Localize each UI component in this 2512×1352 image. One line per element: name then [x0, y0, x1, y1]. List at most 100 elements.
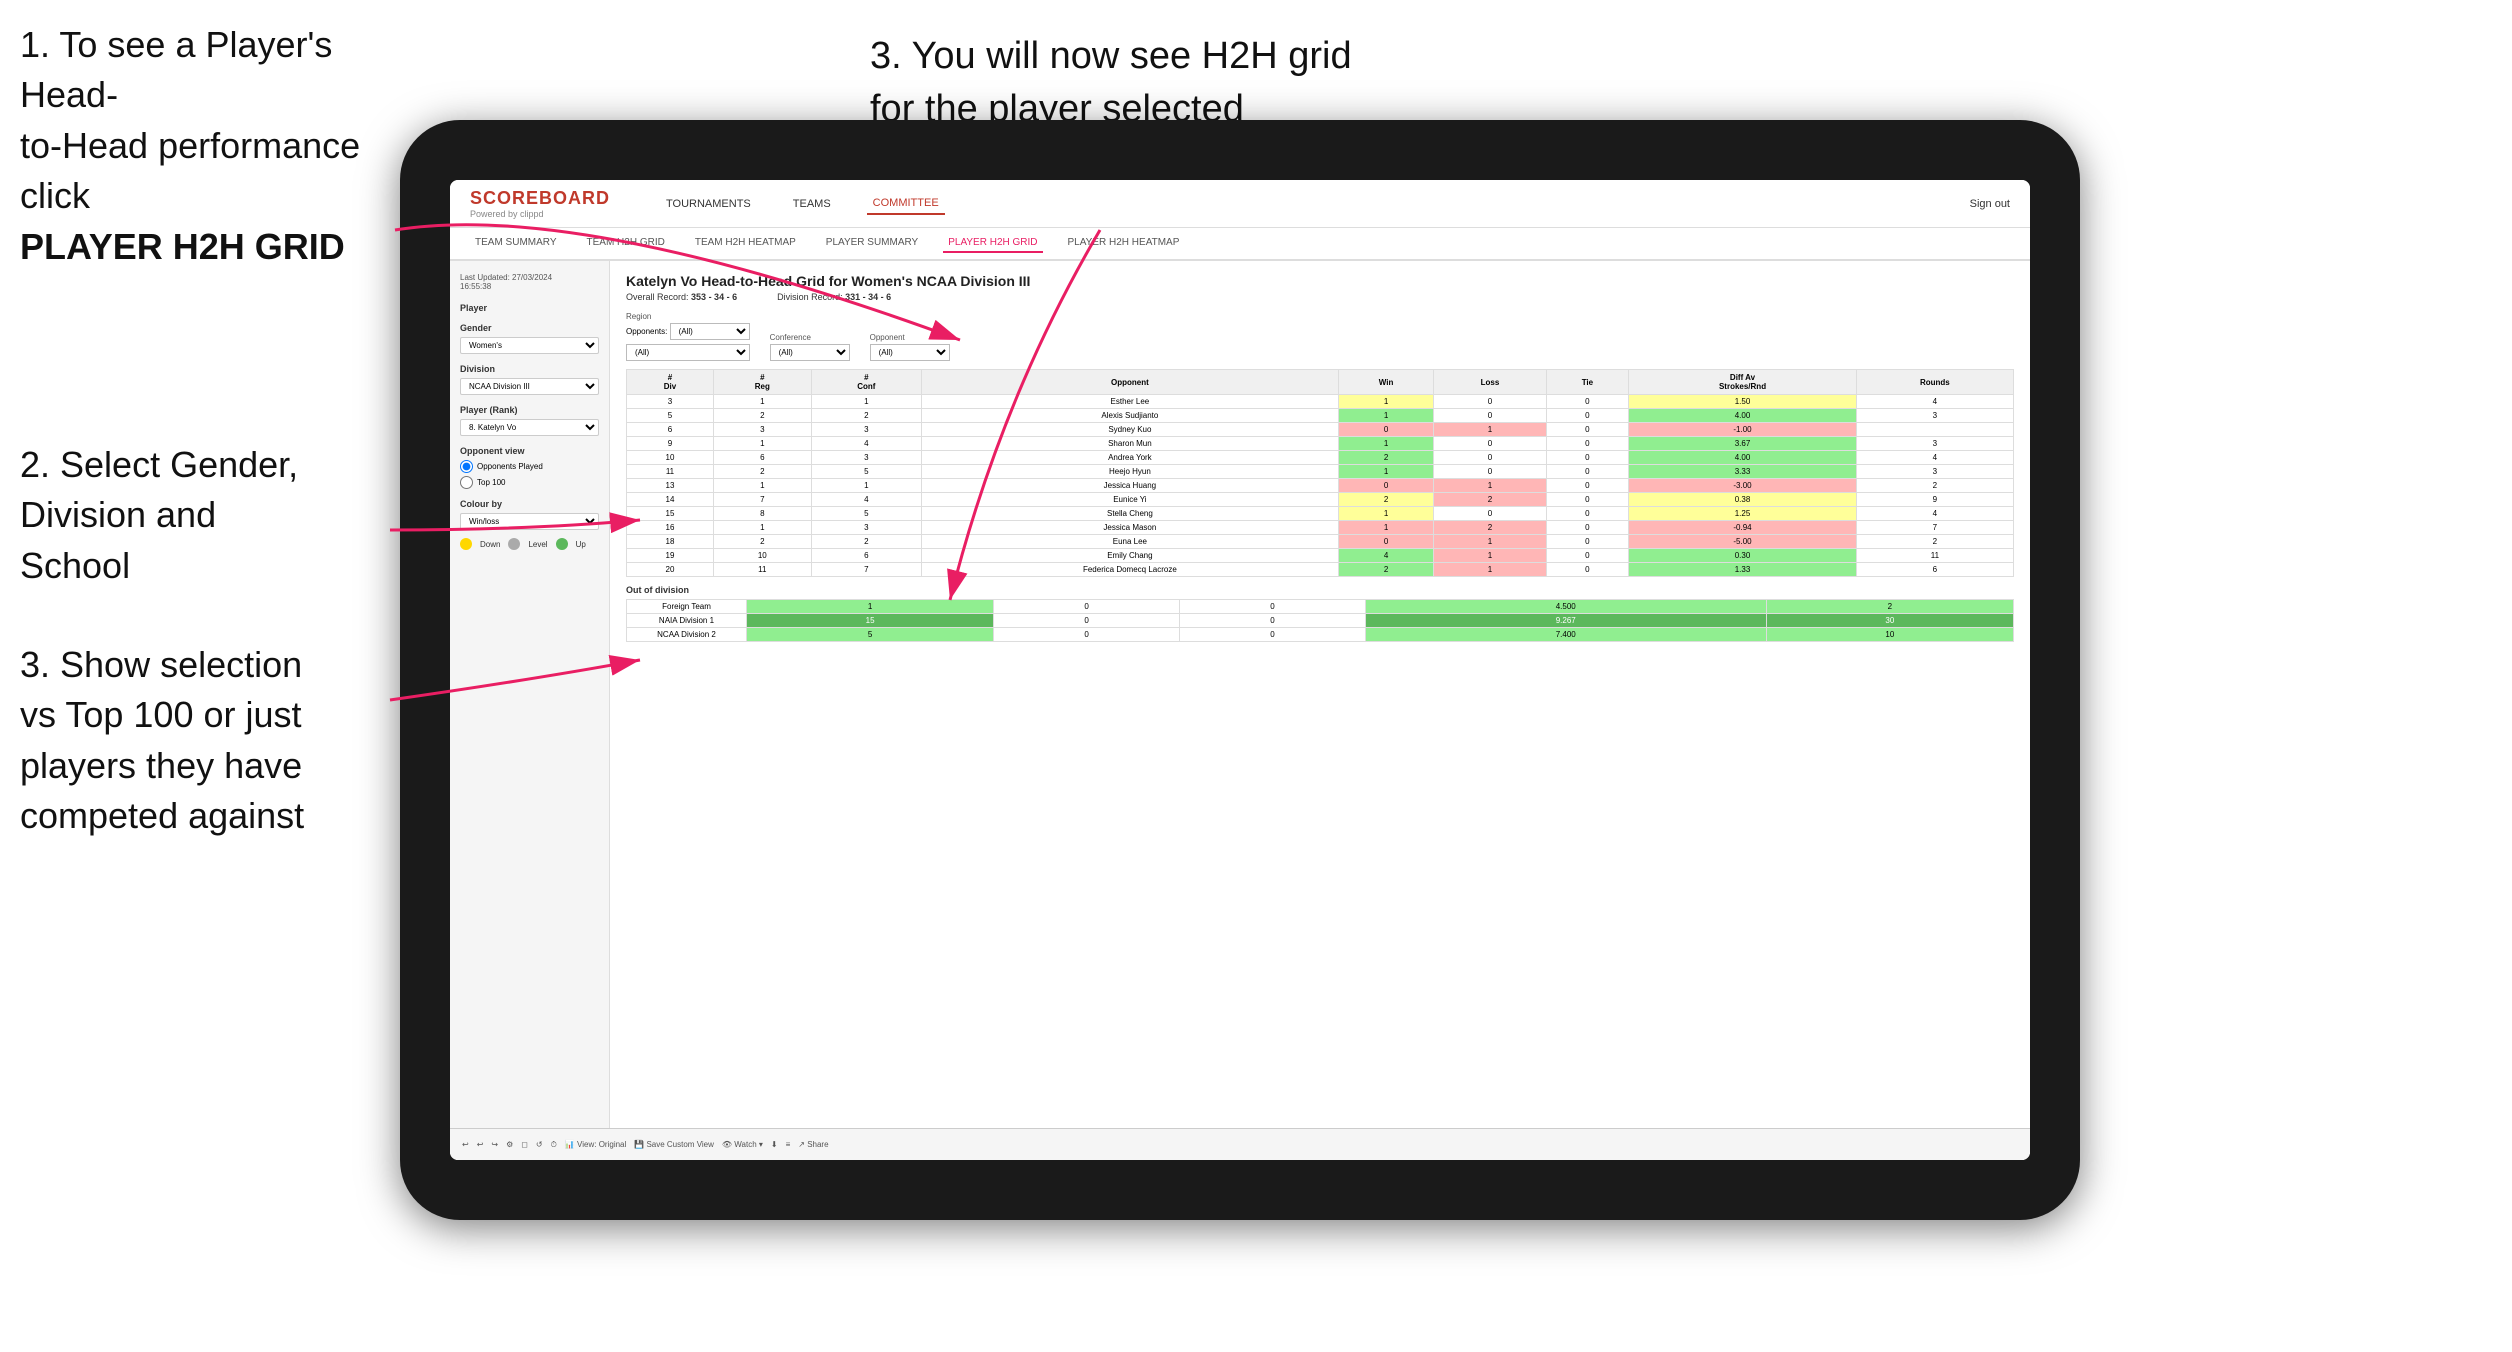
table-row: 16 1 3 Jessica Mason 1 2 0 -0.94 7	[627, 521, 2014, 535]
content-area: Katelyn Vo Head-to-Head Grid for Women's…	[610, 261, 2030, 1160]
main-table: #Div #Reg #Conf Opponent Win Loss Tie Di…	[626, 369, 2014, 577]
instruction-step1: 1. To see a Player's Head- to-Head perfo…	[20, 20, 400, 272]
table-row: 14 7 4 Eunice Yi 2 2 0 0.38 9	[627, 493, 2014, 507]
player-rank-label: Player (Rank)	[460, 405, 599, 415]
conference-select[interactable]: (All)	[770, 344, 850, 361]
col-rounds: Rounds	[1856, 370, 2013, 395]
legend-up-label: Up	[576, 540, 586, 549]
overall-record-label: Overall Record: 353 - 34 - 6	[626, 292, 737, 302]
toolbar-menu[interactable]: ≡	[786, 1140, 791, 1149]
legend-down-dot	[460, 538, 472, 550]
player-label: Player	[460, 303, 599, 313]
toolbar-save-view[interactable]: 💾 Save Custom View	[634, 1140, 714, 1149]
table-row: 20 11 7 Federica Domecq Lacroze 2 1 0 1.…	[627, 563, 2014, 577]
colour-label: Colour by	[460, 499, 599, 509]
player-rank-select[interactable]: 8. Katelyn Vo	[460, 419, 599, 436]
subnav-team-h2h-heatmap[interactable]: TEAM H2H HEATMAP	[690, 234, 801, 253]
subnav-player-summary[interactable]: PLAYER SUMMARY	[821, 234, 923, 253]
nav-tournaments[interactable]: TOURNAMENTS	[660, 194, 757, 214]
colour-select[interactable]: Win/loss	[460, 513, 599, 530]
opponent-filter-label: Opponent	[870, 333, 950, 342]
col-div: #Div	[627, 370, 714, 395]
radio-top100: Top 100	[460, 476, 599, 489]
opponent-view-section: Opponent view Opponents Played Top 100	[460, 446, 599, 489]
col-tie: Tie	[1546, 370, 1629, 395]
table-row: 15 8 5 Stella Cheng 1 0 0 1.25 4	[627, 507, 2014, 521]
col-loss: Loss	[1434, 370, 1546, 395]
logo-title: SCOREBOARD	[470, 188, 610, 209]
opponent-select[interactable]: (All)	[870, 344, 950, 361]
division-record-label: Division Record: 331 - 34 - 6	[777, 292, 891, 302]
gender-select[interactable]: Women's	[460, 337, 599, 354]
opponents-select[interactable]: (All)	[670, 323, 750, 340]
out-of-division-label: Out of division	[626, 585, 2014, 595]
logo-subtitle: Powered by clippd	[470, 209, 610, 219]
legend-down-label: Down	[480, 540, 500, 549]
division-section: Division NCAA Division III	[460, 364, 599, 395]
division-label: Division	[460, 364, 599, 374]
player-rank-section: Player (Rank) 8. Katelyn Vo	[460, 405, 599, 436]
filter-opponent: Opponent (All)	[870, 333, 950, 361]
colour-section: Colour by Win/loss Down Level Up	[460, 499, 599, 550]
radio-opponents-played: Opponents Played	[460, 460, 599, 473]
record-row: Overall Record: 353 - 34 - 6 Division Re…	[626, 292, 2014, 302]
radio-opponents-input[interactable]	[460, 460, 473, 473]
filter-region: Region Opponents: (All) (All)	[626, 312, 750, 361]
table-row: 11 2 5 Heejo Hyun 1 0 0 3.33 3	[627, 465, 2014, 479]
nav-right: Sign out	[1970, 198, 2010, 210]
subnav-team-summary[interactable]: TEAM SUMMARY	[470, 234, 562, 253]
legend-level-label: Level	[528, 540, 547, 549]
table-row: 10 6 3 Andrea York 2 0 0 4.00 4	[627, 451, 2014, 465]
region-label: Region	[626, 312, 750, 321]
instruction-step3-bottom: 3. Show selection vs Top 100 or just pla…	[20, 640, 380, 842]
table-row: 13 1 1 Jessica Huang 0 1 0 -3.00 2	[627, 479, 2014, 493]
toolbar-watch[interactable]: 👁 Watch ▾	[722, 1140, 763, 1149]
main-content: Last Updated: 27/03/2024 16:55:38 Player…	[450, 261, 2030, 1160]
subnav-player-h2h-grid[interactable]: PLAYER H2H GRID	[943, 234, 1042, 253]
bottom-toolbar: ↩ ↩ ↪ ⚙ ◻ ↺ ⏱ 📊 View: Original 💾 Save Cu…	[610, 1128, 2030, 1160]
table-row: 19 10 6 Emily Chang 4 1 0 0.30 11	[627, 549, 2014, 563]
col-reg: #Reg	[713, 370, 811, 395]
legend-row: Down Level Up	[460, 538, 599, 550]
subnav-player-h2h-heatmap[interactable]: PLAYER H2H HEATMAP	[1063, 234, 1185, 253]
conference-label: Conference	[770, 333, 850, 342]
filter-row: Region Opponents: (All) (All) Conference	[626, 312, 2014, 361]
table-row: 9 1 4 Sharon Mun 1 0 0 3.67 3	[627, 437, 2014, 451]
instruction-step2: 2. Select Gender, Division and School	[20, 440, 400, 591]
player-section: Player	[460, 303, 599, 313]
nav-bar: SCOREBOARD Powered by clippd TOURNAMENTS…	[450, 180, 2030, 228]
division-select[interactable]: NCAA Division III	[460, 378, 599, 395]
table-row: 18 2 2 Euna Lee 0 1 0 -5.00 2	[627, 535, 2014, 549]
opponent-view-label: Opponent view	[460, 446, 599, 456]
last-updated: Last Updated: 27/03/2024 16:55:38	[460, 273, 599, 291]
out-division-row: Foreign Team 1 0 0 4.500 2	[627, 600, 2014, 614]
sub-nav: TEAM SUMMARY TEAM H2H GRID TEAM H2H HEAT…	[450, 228, 2030, 261]
col-diff: Diff AvStrokes/Rnd	[1629, 370, 1856, 395]
nav-teams[interactable]: TEAMS	[787, 194, 837, 214]
toolbar-download[interactable]: ⬇	[771, 1140, 778, 1149]
toolbar-share[interactable]: ↗ Share	[798, 1140, 828, 1149]
subnav-team-h2h-grid[interactable]: TEAM H2H GRID	[582, 234, 670, 253]
legend-level-dot	[508, 538, 520, 550]
col-win: Win	[1338, 370, 1434, 395]
region-select[interactable]: (All)	[626, 344, 750, 361]
filter-conference: Conference (All)	[770, 333, 850, 361]
gender-label: Gender	[460, 323, 599, 333]
table-row: 5 2 2 Alexis Sudjianto 1 0 0 4.00 3	[627, 409, 2014, 423]
page-title: Katelyn Vo Head-to-Head Grid for Women's…	[626, 273, 2014, 289]
out-division-row: NAIA Division 1 15 0 0 9.267 30	[627, 614, 2014, 628]
out-division-table: Foreign Team 1 0 0 4.500 2 NAIA Division…	[626, 599, 2014, 642]
sign-out-link[interactable]: Sign out	[1970, 198, 2010, 210]
col-opponent: Opponent	[922, 370, 1339, 395]
nav-committee[interactable]: COMMITTEE	[867, 193, 945, 215]
table-row: 6 3 3 Sydney Kuo 0 1 0 -1.00	[627, 423, 2014, 437]
logo-area: SCOREBOARD Powered by clippd	[470, 188, 610, 219]
tablet-frame: SCOREBOARD Powered by clippd TOURNAMENTS…	[400, 120, 2080, 1220]
out-division-row: NCAA Division 2 5 0 0 7.400 10	[627, 628, 2014, 642]
sidebar: Last Updated: 27/03/2024 16:55:38 Player…	[450, 261, 610, 1160]
tablet-screen: SCOREBOARD Powered by clippd TOURNAMENTS…	[450, 180, 2030, 1160]
toolbar-view-original[interactable]: 📊 View: Original	[610, 1140, 626, 1149]
opponents-label: Opponents:	[626, 327, 667, 336]
radio-top100-input[interactable]	[460, 476, 473, 489]
table-row: 3 1 1 Esther Lee 1 0 0 1.50 4	[627, 395, 2014, 409]
